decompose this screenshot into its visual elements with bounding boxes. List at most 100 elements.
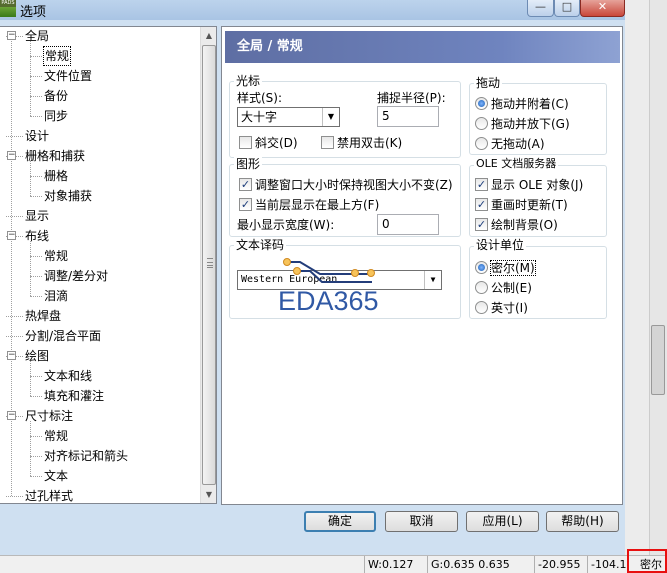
draw-background-label: 绘制背景(O) bbox=[491, 218, 558, 232]
tree-connector bbox=[30, 176, 42, 177]
tree-connector bbox=[30, 361, 31, 376]
help-button[interactable]: 帮助(H) bbox=[546, 511, 619, 532]
collapse-toggle-icon[interactable]: − bbox=[7, 31, 16, 40]
tree-item[interactable]: 文本 bbox=[44, 466, 68, 486]
inches-label: 英寸(I) bbox=[491, 301, 528, 315]
apply-button[interactable]: 应用(L) bbox=[466, 511, 539, 532]
cursor-group-title: 光标 bbox=[234, 74, 263, 88]
tree-item[interactable]: 填充和灌注 bbox=[44, 386, 104, 406]
tree-connector bbox=[11, 36, 12, 496]
redraw-update-checkbox[interactable]: ✓ bbox=[475, 198, 488, 211]
tree-scrollbar-thumb[interactable] bbox=[202, 45, 216, 485]
tree-connector bbox=[30, 296, 42, 297]
diagonal-checkbox[interactable] bbox=[239, 136, 252, 149]
tree-item[interactable]: 泪滴 bbox=[44, 286, 68, 306]
tree-item[interactable]: 常规 bbox=[44, 246, 68, 266]
inches-radio[interactable] bbox=[475, 301, 488, 314]
maximize-button[interactable]: □ bbox=[554, 0, 580, 17]
drag-attach-label: 拖动并附着(C) bbox=[491, 97, 569, 111]
tree-item[interactable]: 调整/差分对 bbox=[44, 266, 108, 286]
tree-scrollbar[interactable]: ▲ ▼ bbox=[200, 27, 216, 503]
cursor-style-select[interactable]: 大十字 ▼ bbox=[237, 107, 340, 127]
tree-connector bbox=[30, 376, 31, 396]
disable-double-click-checkbox[interactable] bbox=[321, 136, 334, 149]
drag-drop-radio[interactable] bbox=[475, 117, 488, 130]
mils-radio[interactable] bbox=[475, 261, 488, 274]
tree-connector bbox=[30, 241, 31, 256]
tree-item[interactable]: 栅格和捕获 bbox=[25, 146, 85, 166]
tree-item[interactable]: 过孔样式 bbox=[25, 486, 73, 503]
tree-connector bbox=[30, 56, 31, 76]
tree-item[interactable]: 栅格 bbox=[44, 166, 68, 186]
window-title: 选项 bbox=[20, 5, 47, 20]
page-title: 全局 / 常规 bbox=[225, 31, 620, 63]
snap-radius-input[interactable]: 5 bbox=[377, 106, 439, 127]
scroll-grip-icon bbox=[207, 258, 213, 268]
options-tree[interactable]: ▲ ▼ 全局 − 常规 文件位置 备份 同步 设计 栅格和捕获 − 栅格 对象捕获 显示 布线 − 常规 调整… bbox=[0, 26, 217, 504]
tree-item[interactable]: 备份 bbox=[44, 86, 68, 106]
close-button[interactable]: ✕ bbox=[580, 0, 625, 17]
diagonal-label: 斜交(D) bbox=[255, 136, 298, 150]
draw-background-checkbox[interactable]: ✓ bbox=[475, 218, 488, 231]
collapse-toggle-icon[interactable]: − bbox=[7, 231, 16, 240]
tree-connector bbox=[6, 136, 23, 137]
tree-item[interactable]: 热焊盘 bbox=[25, 306, 61, 326]
watermark-trace-graphic bbox=[283, 258, 375, 283]
tree-connector bbox=[30, 276, 31, 296]
tree-connector bbox=[30, 76, 42, 77]
background-scrollbar-thumb[interactable] bbox=[651, 325, 665, 395]
tree-item[interactable]: 对象捕获 bbox=[44, 186, 92, 206]
tree-item[interactable]: 常规 bbox=[42, 46, 72, 66]
collapse-toggle-icon[interactable]: − bbox=[7, 351, 16, 360]
cancel-button[interactable]: 取消 bbox=[385, 511, 458, 532]
tree-connector bbox=[30, 56, 42, 57]
tree-item[interactable]: 分割/混合平面 bbox=[25, 326, 101, 346]
status-y-coordinate: -104.14 bbox=[587, 556, 629, 573]
current-layer-top-checkbox[interactable]: ✓ bbox=[239, 198, 252, 211]
tree-item[interactable]: 显示 bbox=[25, 206, 49, 226]
tree-item[interactable]: 同步 bbox=[44, 106, 68, 126]
drag-attach-radio[interactable] bbox=[475, 97, 488, 110]
status-x-coordinate: -20.955 bbox=[534, 556, 587, 573]
keep-view-size-checkbox[interactable]: ✓ bbox=[239, 178, 252, 191]
tree-connector bbox=[6, 336, 23, 337]
scroll-down-arrow-icon[interactable]: ▼ bbox=[201, 486, 216, 503]
tree-item[interactable]: 文本和线 bbox=[44, 366, 92, 386]
tree-item[interactable]: 设计 bbox=[25, 126, 49, 146]
tree-item[interactable]: 布线 bbox=[25, 226, 49, 246]
tree-connector bbox=[30, 456, 31, 476]
watermark-logo: EDA365 bbox=[278, 286, 379, 316]
metric-label: 公制(E) bbox=[491, 281, 532, 295]
redraw-update-label: 重画时更新(T) bbox=[491, 198, 568, 212]
chevron-down-icon: ▼ bbox=[322, 108, 339, 126]
disable-double-click-label: 禁用双击(K) bbox=[337, 136, 403, 150]
minimize-button[interactable]: — bbox=[527, 0, 554, 17]
tree-connector bbox=[30, 96, 31, 116]
background-scrollbar[interactable] bbox=[649, 0, 667, 555]
cursor-style-label: 样式(S): bbox=[237, 91, 283, 105]
status-grid: G:0.635 0.635 bbox=[427, 556, 534, 573]
no-drag-label: 无拖动(A) bbox=[491, 137, 545, 151]
drag-drop-label: 拖动并放下(G) bbox=[491, 117, 570, 131]
tree-item[interactable]: 对齐标记和箭头 bbox=[44, 446, 128, 466]
scroll-up-arrow-icon[interactable]: ▲ bbox=[201, 27, 216, 44]
design-units-group-title: 设计单位 bbox=[474, 238, 527, 252]
min-display-width-input[interactable]: 0 bbox=[377, 214, 439, 235]
title-bar[interactable]: PADS 选项 — □ ✕ bbox=[0, 0, 625, 20]
no-drag-radio[interactable] bbox=[475, 137, 488, 150]
tree-item[interactable]: 全局 bbox=[25, 27, 49, 46]
tree-item[interactable]: 尺寸标注 bbox=[25, 406, 73, 426]
collapse-toggle-icon[interactable]: − bbox=[7, 411, 16, 420]
metric-radio[interactable] bbox=[475, 281, 488, 294]
graphics-group-title: 图形 bbox=[234, 157, 263, 171]
show-ole-label: 显示 OLE 对象(J) bbox=[491, 178, 584, 192]
tree-item[interactable]: 绘图 bbox=[25, 346, 49, 366]
collapse-toggle-icon[interactable]: − bbox=[7, 151, 16, 160]
show-ole-checkbox[interactable]: ✓ bbox=[475, 178, 488, 191]
tree-item[interactable]: 常规 bbox=[44, 426, 68, 446]
tree-connector bbox=[30, 396, 42, 397]
tree-connector bbox=[30, 196, 42, 197]
tree-connector bbox=[6, 316, 23, 317]
tree-item[interactable]: 文件位置 bbox=[44, 66, 92, 86]
ok-button[interactable]: 确定 bbox=[304, 511, 376, 532]
